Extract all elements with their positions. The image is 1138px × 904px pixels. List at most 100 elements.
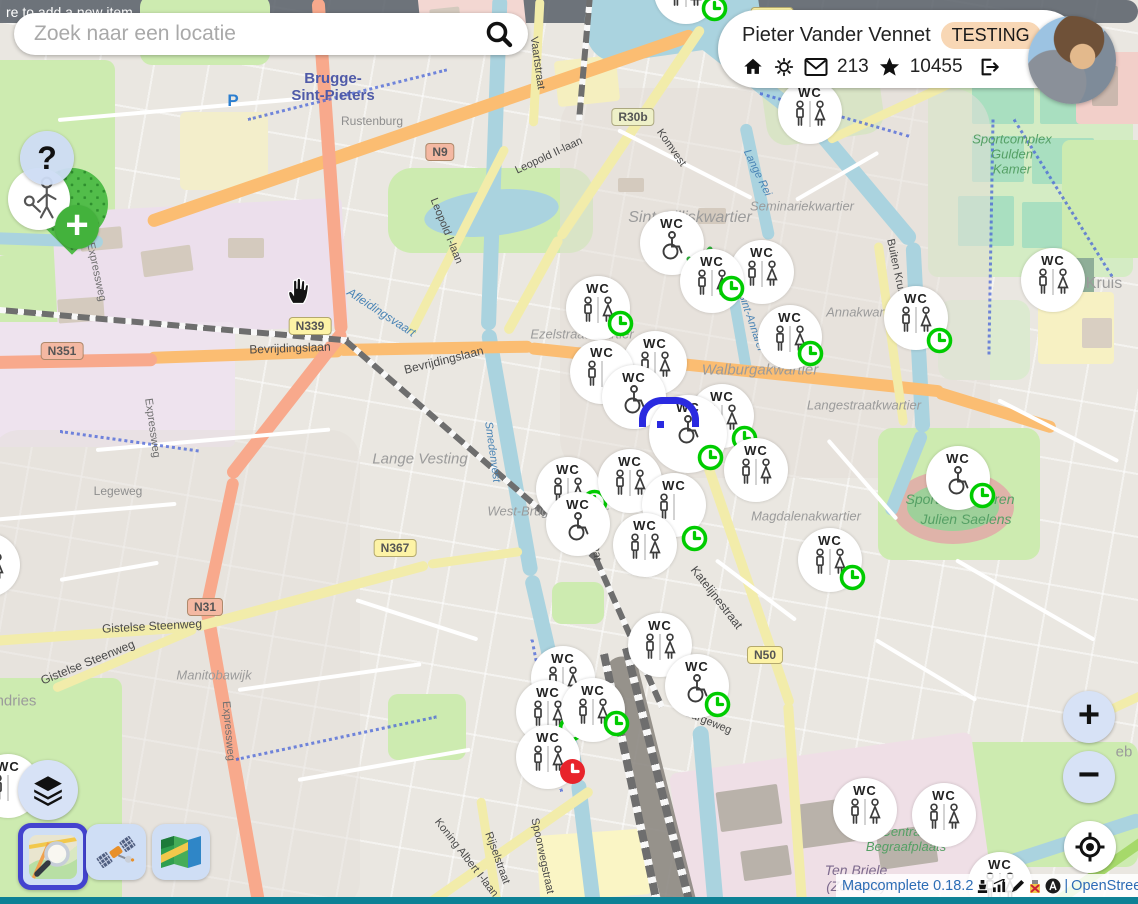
- wc-marker-label: WC: [685, 660, 709, 673]
- layers-button[interactable]: [18, 760, 78, 820]
- opening-hours-badge: [704, 690, 731, 723]
- road-shield: N339: [289, 317, 332, 335]
- geolocate-button[interactable]: [1064, 821, 1116, 873]
- mapcomplete-app: Brugge- Sint-PietersRustenburgPSint-Gill…: [0, 0, 1138, 904]
- user-name: Pieter Vander Vennet: [742, 24, 931, 47]
- map-label: Magdalenakwartier: [751, 510, 861, 525]
- map-icon: [159, 833, 203, 871]
- satellite-icon: [94, 830, 138, 874]
- wc-marker[interactable]: WC: [798, 528, 862, 592]
- wc-marker-label: WC: [750, 246, 774, 259]
- statistics-icon[interactable]: [976, 879, 989, 894]
- zoom-in-button[interactable]: +: [1063, 691, 1115, 743]
- road-shield: R30b: [611, 108, 654, 126]
- map-feature: [618, 178, 644, 192]
- map-label: Lange Vesting: [372, 450, 467, 467]
- opening-hours-open-icon: [718, 275, 745, 302]
- map-feature: [355, 598, 478, 641]
- wc-marker[interactable]: WC: [758, 305, 822, 369]
- avatar[interactable]: [1028, 16, 1116, 104]
- search-icon[interactable]: [484, 19, 514, 49]
- road-shield: N9: [425, 143, 454, 161]
- road-shield: N351: [41, 342, 84, 360]
- opening-hours-badge: [607, 309, 634, 342]
- wheelchair-icon: [560, 512, 596, 542]
- opening-hours-open-icon: [701, 0, 728, 22]
- wc-marker[interactable]: WC: [926, 446, 990, 510]
- map-label: Afleidingsvaart: [344, 286, 418, 340]
- map-feature: [875, 638, 977, 702]
- wc-marker[interactable]: WC: [613, 513, 677, 577]
- opening-hours-badge: [697, 443, 724, 476]
- community-icon[interactable]: [1045, 878, 1061, 894]
- wc-marker-label: WC: [1041, 254, 1065, 267]
- wc-marker-label: WC: [818, 534, 842, 547]
- background-layer-osm-button[interactable]: [18, 823, 88, 890]
- wc-marker[interactable]: WC: [724, 438, 788, 502]
- map-feature: [529, 0, 545, 127]
- wc-marker-label: WC: [586, 282, 610, 295]
- wc-marker-label: WC: [618, 455, 642, 468]
- wc-marker-label: WC: [662, 479, 686, 492]
- map-feature: [698, 208, 726, 224]
- wc-marker[interactable]: WC: [912, 783, 976, 847]
- wc-marker-label: WC: [551, 652, 575, 665]
- messages-icon[interactable]: [804, 57, 828, 77]
- wc-marker[interactable]: WC: [680, 249, 744, 313]
- map-feature: [228, 238, 264, 258]
- wc-marker-label: WC: [556, 463, 580, 476]
- wc-marker[interactable]: WC: [778, 80, 842, 144]
- pencil-icon[interactable]: [1010, 879, 1025, 894]
- map-canvas[interactable]: Brugge- Sint-PietersRustenburgPSint-Gill…: [0, 0, 1138, 904]
- attribution-bar: Mapcomplete 0.18.2 | OpenStreetMap: [836, 874, 1138, 898]
- opening-hours-closed-icon: [559, 758, 586, 785]
- chart-icon[interactable]: [992, 879, 1007, 893]
- selected-element-dot: [657, 421, 664, 428]
- testing-badge: TESTING: [941, 22, 1041, 49]
- background-layer-satellite-button[interactable]: [86, 824, 146, 880]
- wc-marker[interactable]: WC: [1021, 248, 1085, 312]
- map-feature: [481, 328, 539, 577]
- hand-cursor-icon: [284, 274, 314, 311]
- wc-marker-label: WC: [648, 619, 672, 632]
- toilet-figures-icon: [669, 0, 703, 8]
- wc-marker-label: WC: [536, 731, 560, 744]
- wc-marker-label: WC: [622, 371, 646, 384]
- help-button[interactable]: ?: [20, 131, 74, 185]
- background-layer-map-button[interactable]: [152, 824, 210, 880]
- toilet-figures-icon: [643, 633, 677, 661]
- star-icon[interactable]: [878, 56, 901, 78]
- opening-hours-badge: [797, 339, 824, 372]
- wc-marker[interactable]: WC: [665, 654, 729, 718]
- wc-marker-label: WC: [700, 255, 724, 268]
- wc-marker[interactable]: WC: [546, 492, 610, 556]
- help-label: ?: [37, 140, 57, 177]
- theme-test-icon: [1028, 879, 1042, 894]
- search-input[interactable]: [32, 21, 484, 47]
- opening-hours-open-icon: [969, 482, 996, 509]
- wc-marker-label: WC: [904, 292, 928, 305]
- logout-icon[interactable]: [978, 56, 1001, 78]
- add-plus-icon[interactable]: +: [55, 205, 99, 249]
- wc-marker[interactable]: WC: [516, 725, 580, 789]
- osm-link[interactable]: OpenStreetMap: [1071, 878, 1138, 894]
- attribution-separator: |: [1064, 878, 1068, 894]
- zoom-out-button[interactable]: −: [1063, 751, 1115, 803]
- wc-marker[interactable]: WC: [561, 678, 625, 742]
- wc-marker-label: WC: [853, 784, 877, 797]
- home-icon[interactable]: [742, 56, 764, 78]
- opening-hours-open-icon: [681, 525, 708, 552]
- toilet-figures-icon: [793, 100, 827, 128]
- app-version[interactable]: Mapcomplete 0.18.2: [842, 878, 973, 894]
- toilet-figures-icon: [0, 553, 5, 581]
- wc-marker-label: WC: [643, 337, 667, 350]
- opening-hours-open-icon: [607, 310, 634, 337]
- wc-marker[interactable]: WC: [566, 276, 630, 340]
- map-label: Rustenburg: [341, 115, 403, 129]
- toilet-figures-icon: [1036, 268, 1070, 296]
- settings-gear-icon[interactable]: [773, 56, 795, 78]
- wc-marker[interactable]: WC: [833, 778, 897, 842]
- opening-hours-open-icon: [839, 564, 866, 591]
- wc-marker[interactable]: WC: [884, 286, 948, 350]
- wc-marker-label: WC: [536, 686, 560, 699]
